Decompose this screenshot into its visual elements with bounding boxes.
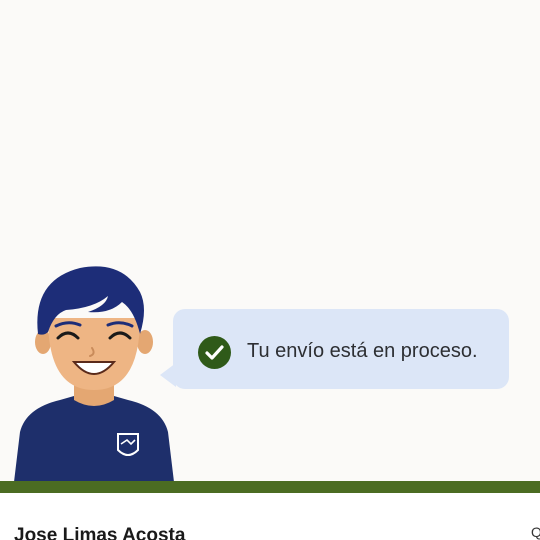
search-icon[interactable]: Q <box>531 525 540 539</box>
check-circle-icon <box>198 336 231 369</box>
chat-screen: Tu envío está en proceso. Jose Limas Aco… <box>0 0 540 540</box>
agent-avatar <box>10 262 178 482</box>
accent-divider <box>0 481 540 493</box>
status-message: Tu envío está en proceso. <box>247 340 478 362</box>
user-name: Jose Limas Acosta <box>14 525 186 540</box>
agent-avatar-icon <box>14 266 174 482</box>
